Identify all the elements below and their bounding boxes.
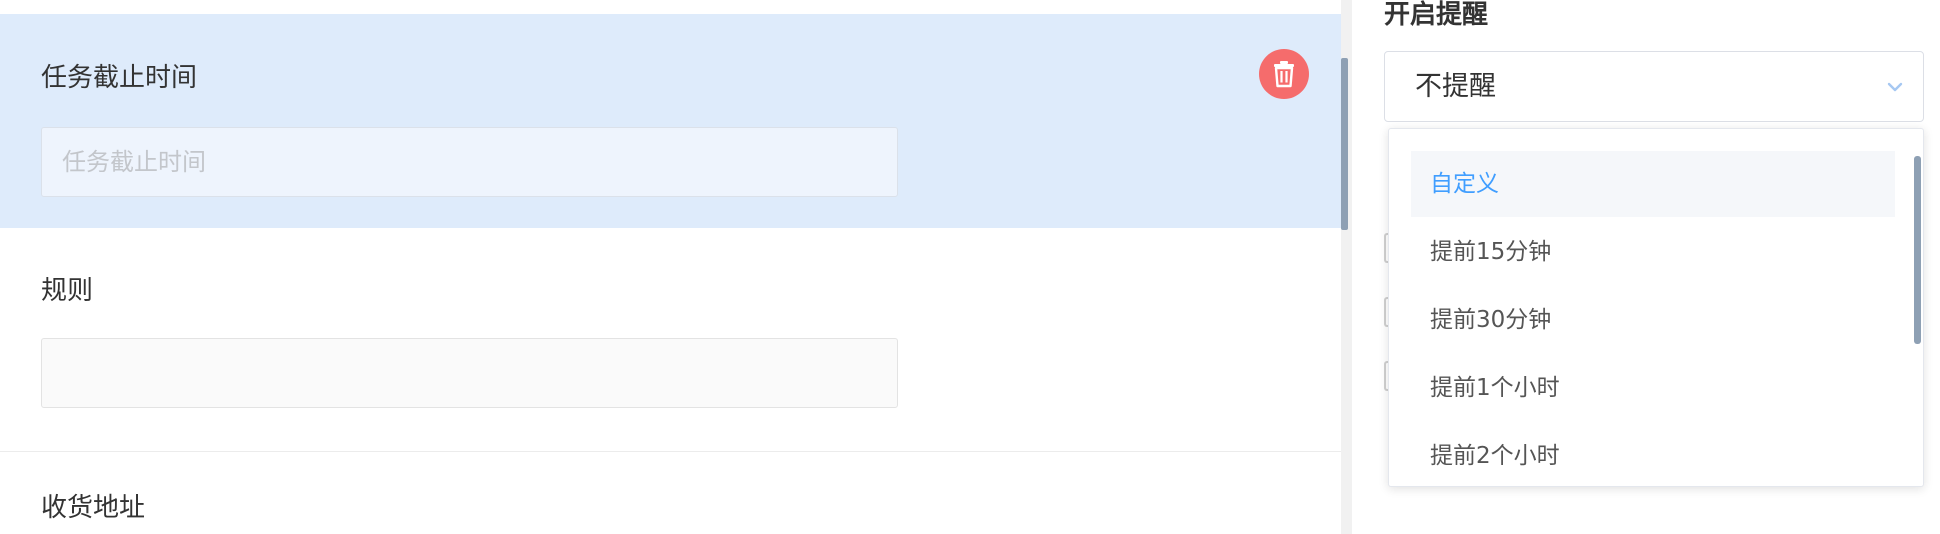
form-canvas: 任务截止时间 任务截止时间 规则 收货地址: [0, 0, 1341, 534]
dropdown-option[interactable]: 提前1个小时: [1411, 355, 1895, 421]
reminder-select[interactable]: 不提醒: [1384, 51, 1924, 122]
field-label: 规则: [41, 276, 94, 306]
form-field-deadline[interactable]: 任务截止时间 任务截止时间: [0, 14, 1341, 228]
dropdown-scrollbar[interactable]: [1914, 156, 1921, 344]
deadline-input[interactable]: 任务截止时间: [41, 127, 898, 197]
canvas-scrollbar-thumb[interactable]: [1341, 58, 1348, 230]
delete-field-button[interactable]: [1259, 49, 1309, 99]
dropdown-option[interactable]: 提前15分钟: [1411, 219, 1895, 285]
dropdown-option[interactable]: 提前2个小时: [1411, 423, 1895, 486]
reminder-section-title: 开启提醒: [1384, 0, 1489, 30]
field-label: 任务截止时间: [41, 63, 198, 93]
dropdown-option[interactable]: 提前30分钟: [1411, 287, 1895, 353]
settings-panel: 开启提醒 不提醒 自定义 提前15分钟 提前30分钟 提前1个小时 提前2个小时: [1352, 0, 1940, 534]
field-label: 收货地址: [41, 493, 146, 523]
reminder-dropdown: 自定义 提前15分钟 提前30分钟 提前1个小时 提前2个小时: [1388, 128, 1924, 487]
chevron-down-icon: [1887, 82, 1903, 92]
reminder-select-value: 不提醒: [1415, 71, 1496, 102]
rules-input[interactable]: [41, 338, 898, 408]
dropdown-option[interactable]: 自定义: [1411, 151, 1895, 217]
form-field-rules[interactable]: 规则: [0, 228, 1341, 452]
trash-icon: [1274, 61, 1294, 88]
form-field-address[interactable]: 收货地址: [0, 452, 1341, 534]
